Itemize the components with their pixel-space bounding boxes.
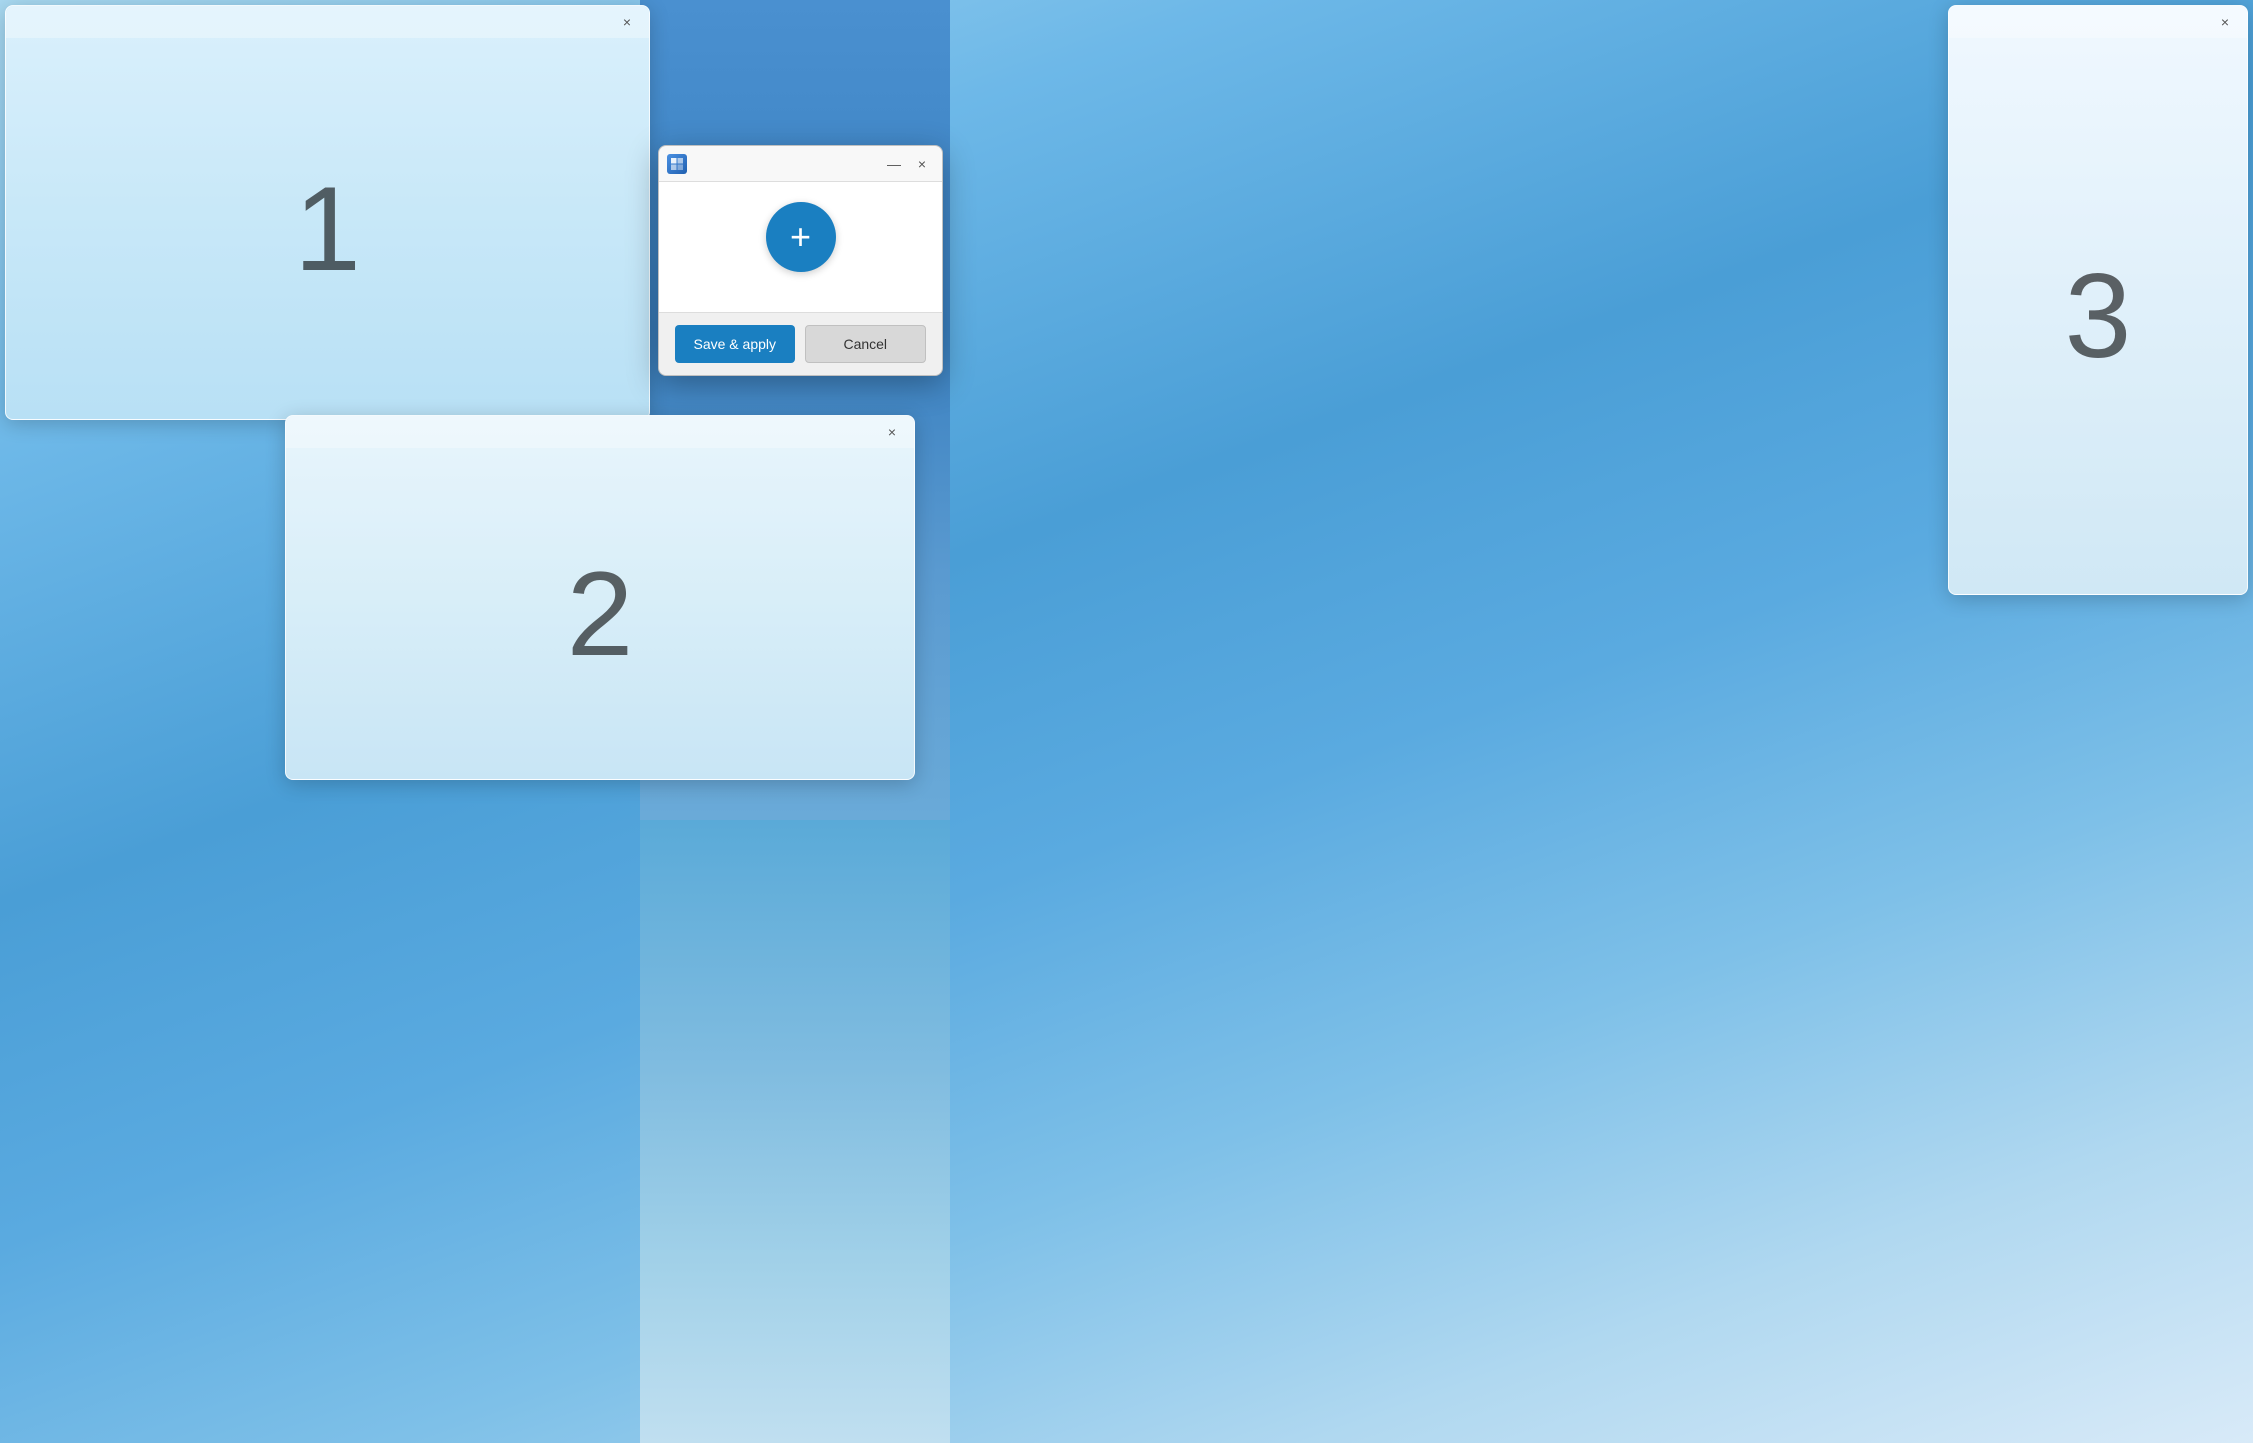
window-1-close-button[interactable]: × — [613, 8, 641, 36]
snap-dialog-actions: Save & apply Cancel — [659, 312, 942, 375]
desktop: ↺ Recycle Bin — [0, 0, 2253, 1443]
window-3-titlebar: × — [1949, 6, 2247, 38]
snap-plus-icon: + — [790, 219, 811, 255]
window-1: × 1 — [5, 5, 650, 420]
save-apply-button[interactable]: Save & apply — [675, 325, 795, 363]
window-2: × 2 — [285, 415, 915, 780]
window-1-content: 1 — [6, 38, 649, 419]
window-3-close-button[interactable]: × — [2211, 8, 2239, 36]
window-2-titlebar: × — [286, 416, 914, 448]
window-3-number: 3 — [2065, 247, 2132, 385]
snap-dialog-body: + — [659, 182, 942, 312]
window-1-titlebar: × — [6, 6, 649, 38]
snap-dialog-close-button[interactable]: × — [910, 152, 934, 176]
window-1-number: 1 — [294, 160, 361, 298]
cancel-button[interactable]: Cancel — [805, 325, 927, 363]
snap-dialog-controls: — × — [882, 152, 934, 176]
snap-dialog-minimize-button[interactable]: — — [882, 152, 906, 176]
window-2-number: 2 — [567, 545, 634, 683]
snap-dialog-app-icon — [667, 154, 687, 174]
window-2-close-button[interactable]: × — [878, 418, 906, 446]
window-2-content: 2 — [286, 448, 914, 779]
window-3-content: 3 — [1949, 38, 2247, 594]
snap-layout-dialog: — × + Save & apply Cancel — [658, 145, 943, 376]
snap-dialog-titlebar: — × — [659, 146, 942, 182]
snap-add-button[interactable]: + — [766, 202, 836, 272]
snap-bottom-area-background — [640, 820, 950, 1443]
window-3: × 3 — [1948, 5, 2248, 595]
